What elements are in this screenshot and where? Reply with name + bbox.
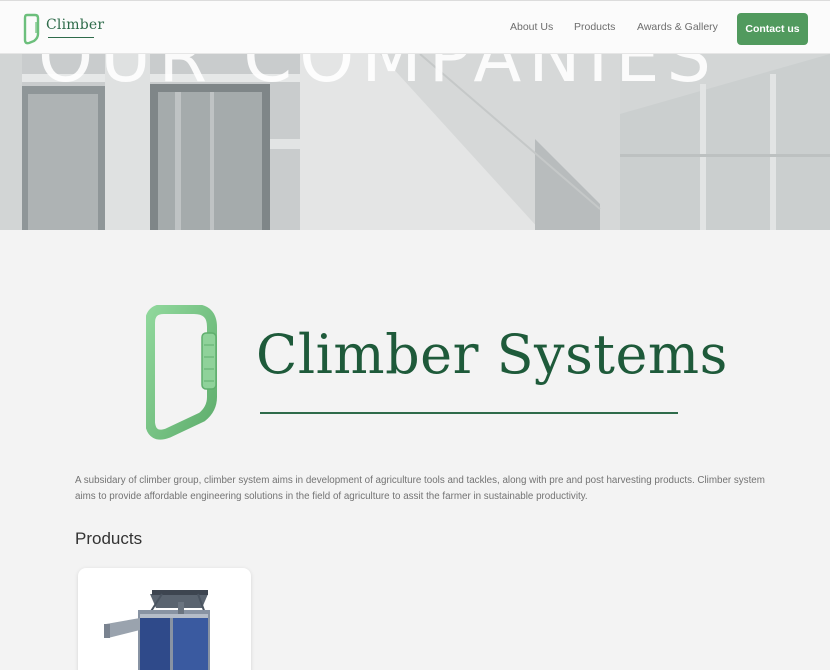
nav-awards-gallery[interactable]: Awards & Gallery [637, 21, 718, 33]
logo-text: Climber [46, 17, 105, 33]
logo-underline [48, 37, 94, 38]
company-name-underline [260, 412, 678, 414]
nav-about-us[interactable]: About Us [510, 21, 553, 33]
company-name: Climber Systems [256, 323, 728, 386]
nav-products[interactable]: Products [574, 21, 615, 33]
navbar: Climber About Us Products Awards & Galle… [0, 0, 830, 54]
hero-banner: OUR COMPANIES [0, 54, 830, 230]
hero-heading: OUR COMPANIES [38, 54, 718, 98]
carabiner-logo-icon [23, 13, 40, 45]
site-logo[interactable]: Climber [22, 13, 104, 45]
product-machine-image [104, 590, 210, 670]
product-card[interactable] [78, 568, 251, 670]
contact-us-button[interactable]: Contact us [737, 13, 808, 45]
carabiner-icon [146, 305, 217, 440]
products-heading: Products [75, 529, 143, 548]
climber-systems-brand: Climber Systems [146, 305, 727, 440]
company-description: A subsidary of climber group, climber sy… [75, 475, 765, 502]
